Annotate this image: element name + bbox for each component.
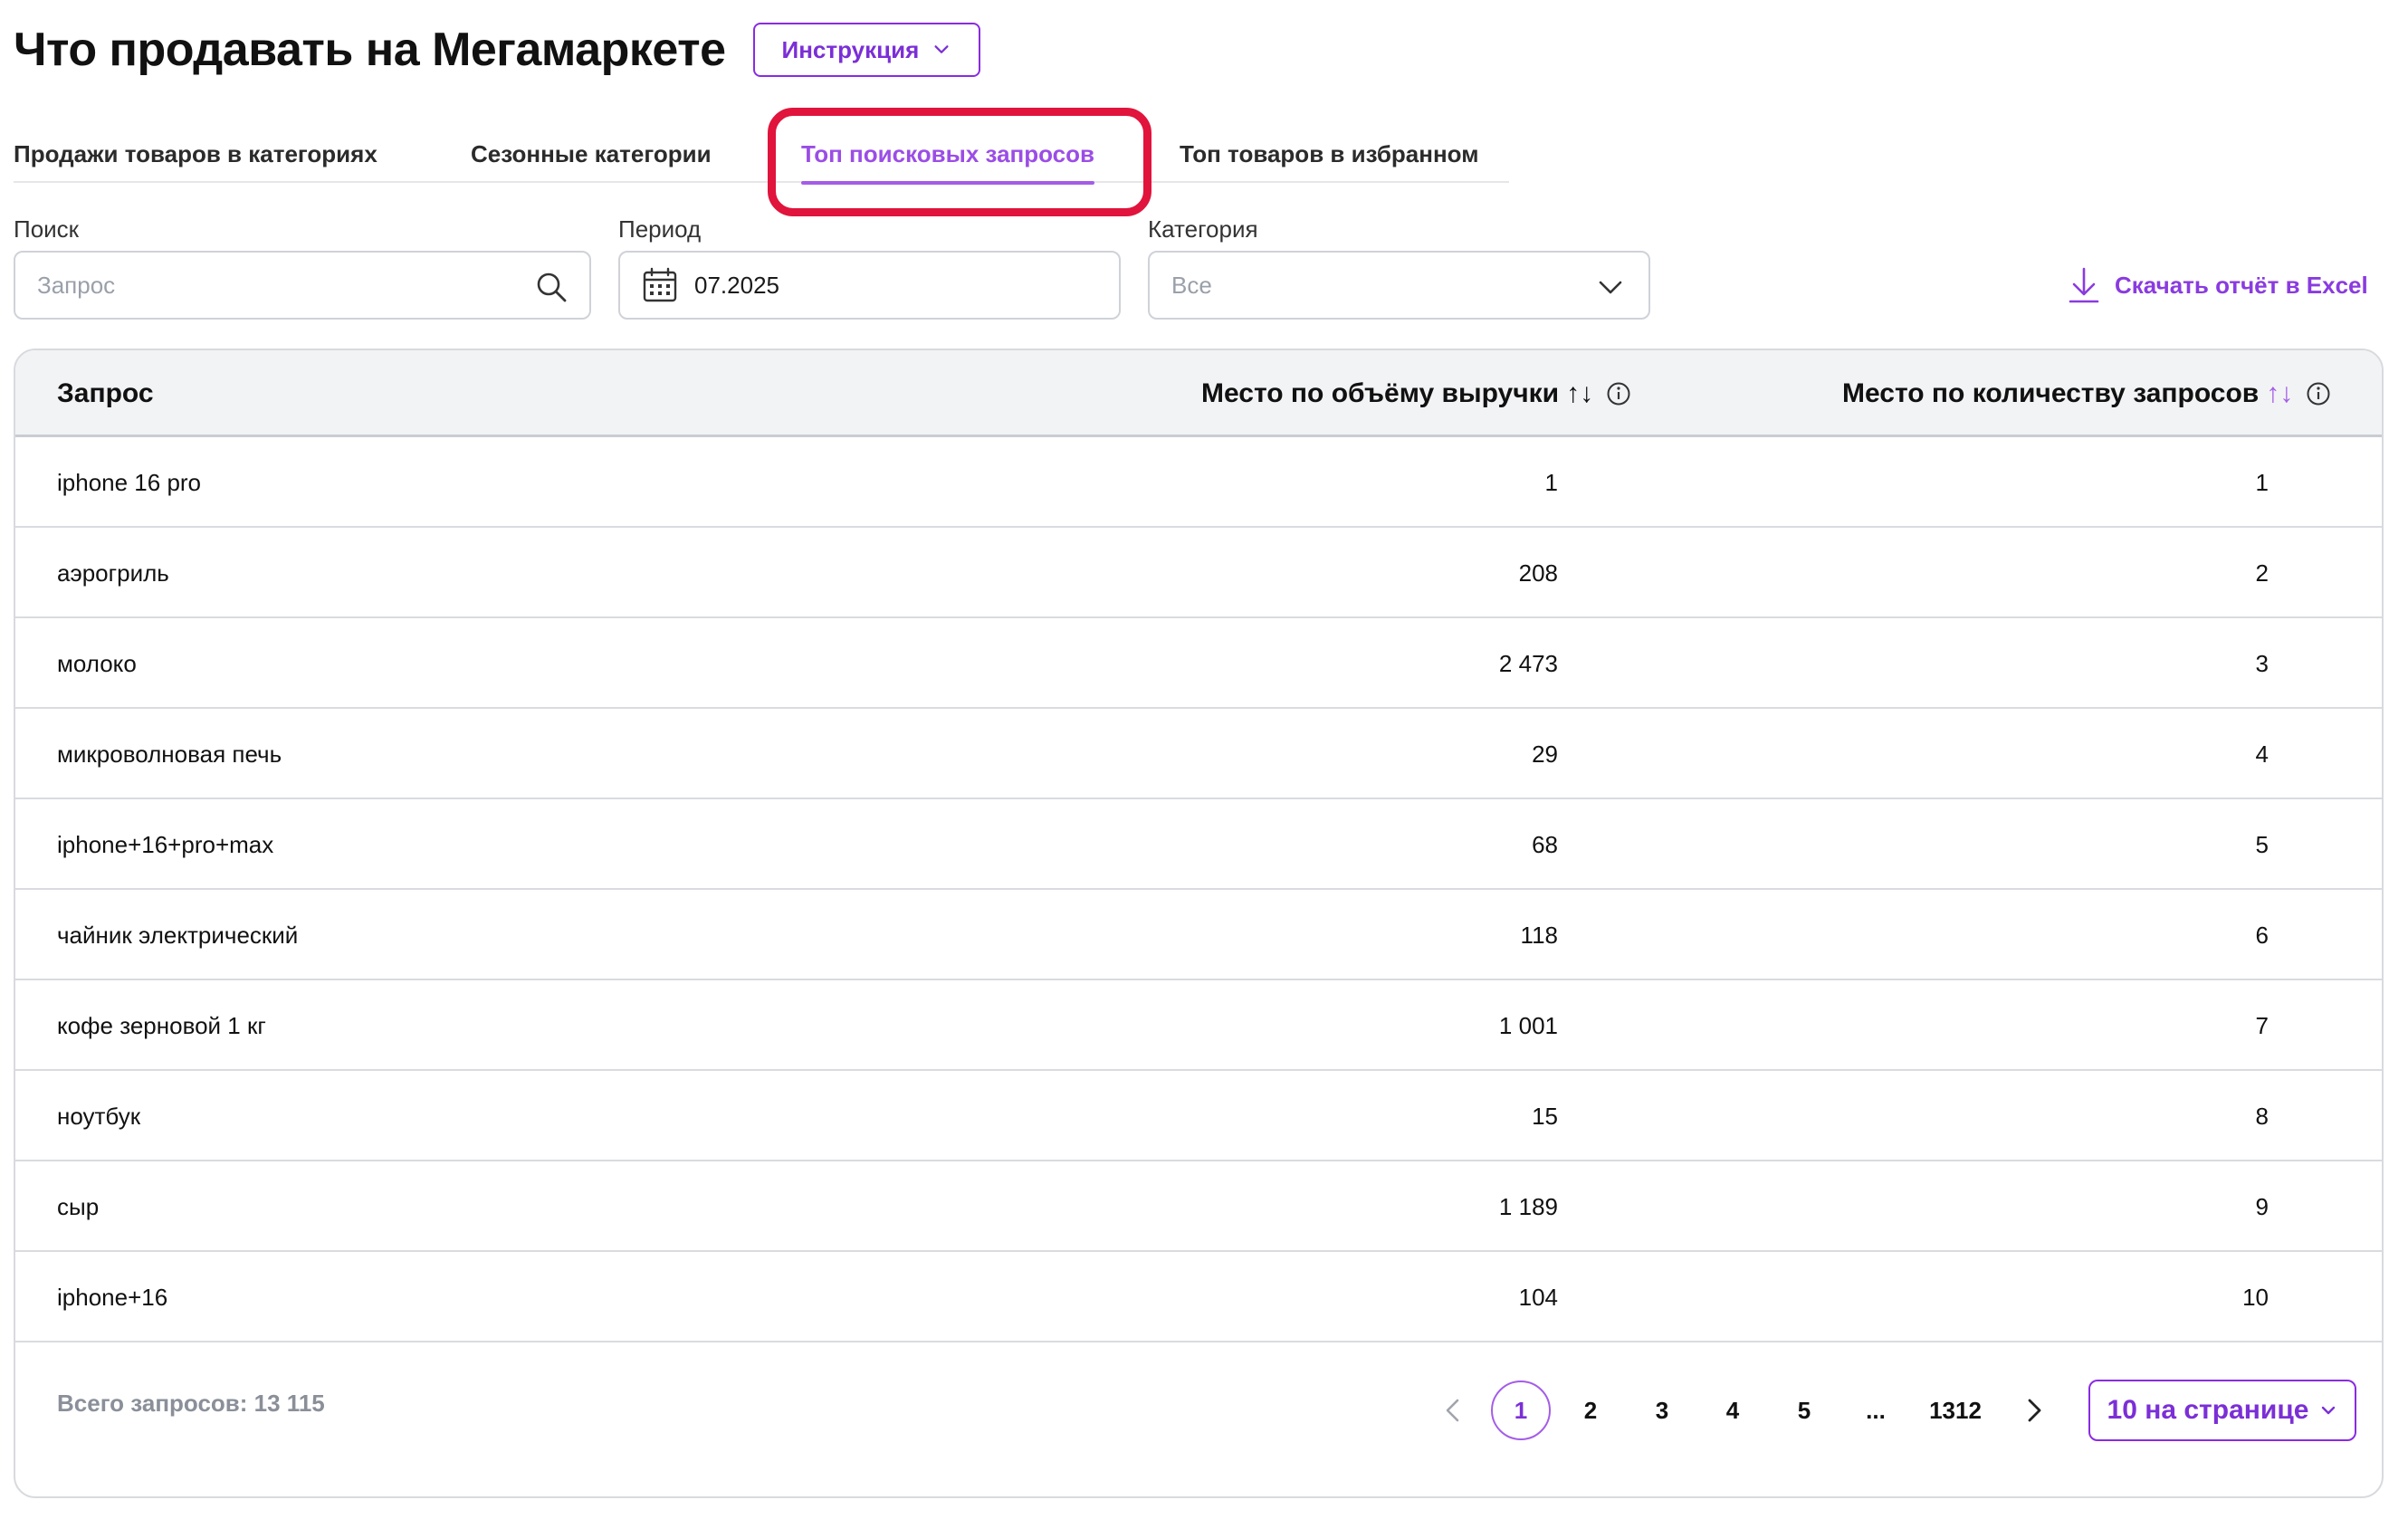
- column-header-query: Запрос: [57, 378, 154, 408]
- page-button-2[interactable]: 2: [1572, 1380, 1609, 1440]
- column-header-query-count-rank[interactable]: Место по количеству запросов ↑↓: [1842, 350, 2331, 437]
- page-ellipsis: ...: [1866, 1396, 1886, 1424]
- per-page-select[interactable]: 10 на странице: [2088, 1380, 2356, 1441]
- category-value: Все: [1171, 271, 1212, 299]
- sort-icon[interactable]: ↑↓: [2266, 378, 2293, 409]
- category-label: Категория: [1148, 215, 1258, 243]
- page-title: Что продавать на Мегамаркете: [14, 24, 726, 76]
- revenue-rank-cell: 104: [1518, 1283, 1558, 1311]
- table-row[interactable]: iphone+16+pro+max 68 5: [15, 799, 2382, 890]
- query-cell: iphone 16 pro: [57, 468, 202, 496]
- table-row[interactable]: сыр 1 189 9: [15, 1161, 2382, 1252]
- chevron-down-icon: [1599, 281, 1622, 294]
- table-row[interactable]: аэрогриль 208 2: [15, 528, 2382, 618]
- page-button-5[interactable]: 5: [1786, 1380, 1822, 1440]
- chevron-down-icon: [2322, 1406, 2336, 1415]
- query-cell: сыр: [57, 1192, 100, 1220]
- sort-icon[interactable]: ↑↓: [1566, 378, 1593, 409]
- tab-top-favorites[interactable]: Топ товаров в избранном: [1180, 127, 1478, 181]
- download-icon: [2069, 267, 2099, 303]
- page-button-last[interactable]: 1312: [1916, 1380, 1994, 1440]
- query-cell: iphone+16+pro+max: [57, 830, 274, 858]
- table-row[interactable]: iphone 16 pro 1 1: [15, 437, 2382, 528]
- chevron-right-icon: [2028, 1399, 2041, 1422]
- search-field[interactable]: [14, 251, 591, 320]
- tab-seasonal-categories[interactable]: Сезонные категории: [471, 127, 712, 181]
- query-cell: ноутбук: [57, 1102, 141, 1130]
- query-cell: iphone+16: [57, 1283, 168, 1311]
- chevron-left-icon: [1446, 1399, 1459, 1422]
- query-count-rank-cell: 2: [2255, 559, 2269, 587]
- total-queries: Всего запросов: 13 115: [57, 1390, 325, 1417]
- search-icon[interactable]: [535, 271, 568, 303]
- column-header-revenue-rank[interactable]: Место по объёму выручки ↑↓: [1201, 350, 1631, 437]
- instruction-button[interactable]: Инструкция: [752, 23, 981, 77]
- table-row[interactable]: чайник электрический 118 6: [15, 890, 2382, 980]
- calendar-icon: [643, 267, 677, 302]
- tab-bar: Продажи товаров в категориях Сезонные ка…: [14, 127, 1509, 185]
- table-row[interactable]: iphone+16 104 10: [15, 1252, 2382, 1342]
- page-button-1[interactable]: 1: [1491, 1380, 1551, 1440]
- prev-page-button[interactable]: [1435, 1380, 1471, 1440]
- instruction-label: Инструкция: [781, 35, 920, 63]
- info-icon[interactable]: [1606, 381, 1631, 406]
- page-header: Что продавать на Мегамаркете Инструкция: [14, 18, 981, 81]
- chevron-down-icon: [934, 45, 949, 53]
- query-count-rank-cell: 9: [2255, 1192, 2269, 1220]
- info-icon[interactable]: [2306, 381, 2331, 406]
- query-cell: кофе зерновой 1 кг: [57, 1011, 266, 1039]
- table-row[interactable]: молоко 2 473 3: [15, 618, 2382, 709]
- page-button-4[interactable]: 4: [1715, 1380, 1751, 1440]
- query-count-rank-cell: 8: [2255, 1102, 2269, 1130]
- query-count-rank-cell: 6: [2255, 921, 2269, 949]
- query-cell: микроволновая печь: [57, 740, 282, 768]
- download-excel-link[interactable]: Скачать отчёт в Excel: [2068, 266, 2368, 304]
- revenue-rank-cell: 29: [1532, 740, 1558, 768]
- revenue-rank-cell: 1 189: [1498, 1192, 1558, 1220]
- period-label: Период: [618, 215, 702, 243]
- period-value: 07.2025: [694, 271, 779, 299]
- revenue-rank-cell: 15: [1532, 1102, 1558, 1130]
- search-input[interactable]: [15, 271, 589, 300]
- download-label: Скачать отчёт в Excel: [2115, 271, 2368, 299]
- page: Что продавать на Мегамаркете Инструкция …: [0, 0, 2408, 1519]
- revenue-rank-cell: 1: [1544, 468, 1558, 496]
- table-header: Запрос Место по объёму выручки ↑↓ Место …: [15, 350, 2382, 437]
- queries-table: Запрос Место по объёму выручки ↑↓ Место …: [14, 349, 2384, 1498]
- query-count-rank-cell: 10: [2242, 1283, 2269, 1311]
- query-cell: молоко: [57, 649, 137, 677]
- category-select[interactable]: Все: [1148, 251, 1650, 320]
- revenue-rank-cell: 2 473: [1498, 649, 1558, 677]
- revenue-rank-cell: 68: [1532, 830, 1558, 858]
- query-count-rank-cell: 1: [2255, 468, 2269, 496]
- tab-top-search-queries[interactable]: Топ поисковых запросов: [801, 127, 1094, 185]
- search-label: Поиск: [14, 215, 80, 243]
- query-cell: аэрогриль: [57, 559, 169, 587]
- query-count-rank-cell: 4: [2255, 740, 2269, 768]
- query-cell: чайник электрический: [57, 921, 299, 949]
- revenue-rank-cell: 208: [1518, 559, 1558, 587]
- page-button-3[interactable]: 3: [1644, 1380, 1680, 1440]
- next-page-button[interactable]: [2016, 1380, 2052, 1440]
- table-row[interactable]: ноутбук 15 8: [15, 1071, 2382, 1161]
- query-count-rank-cell: 3: [2255, 649, 2269, 677]
- table-row[interactable]: кофе зерновой 1 кг 1 001 7: [15, 980, 2382, 1071]
- revenue-rank-cell: 118: [1520, 921, 1558, 949]
- period-field[interactable]: 07.2025: [618, 251, 1121, 320]
- revenue-rank-cell: 1 001: [1498, 1011, 1558, 1039]
- query-count-rank-cell: 7: [2255, 1011, 2269, 1039]
- per-page-label: 10 на странице: [2107, 1395, 2309, 1425]
- query-count-rank-cell: 5: [2255, 830, 2269, 858]
- table-row[interactable]: микроволновая печь 29 4: [15, 709, 2382, 799]
- tab-category-sales[interactable]: Продажи товаров в категориях: [14, 127, 377, 181]
